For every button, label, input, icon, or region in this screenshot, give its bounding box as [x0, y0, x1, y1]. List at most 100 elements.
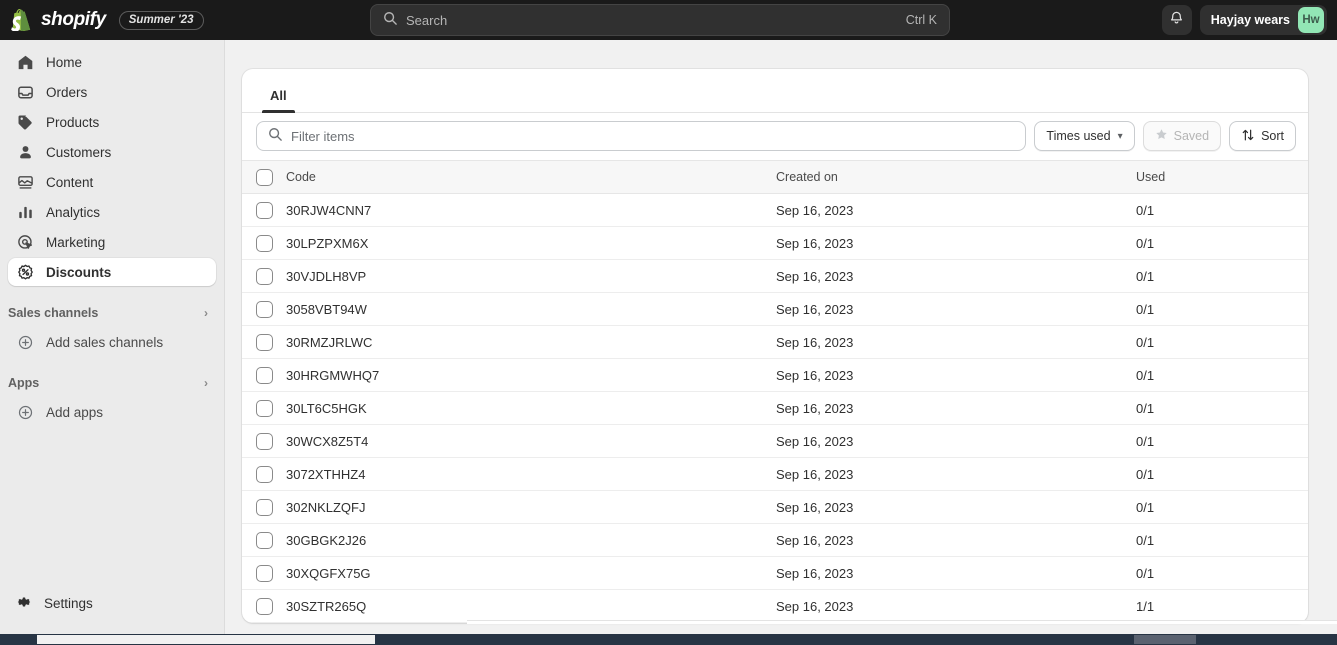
search-input[interactable]: Search Ctrl K	[370, 4, 950, 36]
search-icon	[268, 127, 282, 146]
row-checkbox[interactable]	[256, 564, 273, 582]
row-checkbox[interactable]	[256, 597, 273, 615]
discount-codes-table: Code Created on Used 30RJW4CNN7 Sep 16, 2…	[242, 160, 1308, 623]
cell-created-on: Sep 16, 2023	[776, 334, 854, 350]
row-checkbox[interactable]	[256, 432, 273, 450]
cell-code[interactable]: 3072XTHHZ4	[286, 458, 776, 491]
cell-used: 0/1	[1136, 268, 1155, 284]
table-head: Code Created on Used	[242, 160, 1308, 194]
sidebar-item-analytics[interactable]: Analytics	[8, 198, 216, 226]
account-button[interactable]: Hayjay wears Hw	[1199, 5, 1327, 35]
table-row[interactable]: 30RMZJRLWC Sep 16, 2023 0/1	[242, 326, 1308, 359]
cell-code[interactable]: 30RMZJRLWC	[286, 326, 776, 359]
sidebar-item-settings[interactable]: Settings	[8, 589, 101, 617]
cell-used: 0/1	[1136, 334, 1155, 350]
column-header-used[interactable]: Used	[1136, 161, 1308, 194]
home-icon	[16, 53, 34, 71]
column-header-code[interactable]: Code	[286, 161, 776, 194]
cell-code[interactable]: 30HRGMWHQ7	[286, 359, 776, 392]
window-horizontal-scrollbar[interactable]	[0, 634, 1337, 645]
search-shortcut: Ctrl K	[905, 13, 937, 27]
row-checkbox[interactable]	[256, 498, 273, 516]
cell-created-on: Sep 16, 2023	[776, 433, 854, 449]
table-row[interactable]: 30VJDLH8VP Sep 16, 2023 0/1	[242, 260, 1308, 293]
sidebar-section-apps[interactable]: Apps ›	[0, 370, 224, 396]
table-row[interactable]: 30LT6C5HGK Sep 16, 2023 0/1	[242, 392, 1308, 425]
plus-circle-icon	[16, 403, 34, 421]
global-search[interactable]: Search Ctrl K	[370, 4, 950, 36]
sidebar-item-orders[interactable]: Orders	[8, 78, 216, 106]
table-row[interactable]: 30GBGK2J26 Sep 16, 2023 0/1	[242, 524, 1308, 557]
table-row[interactable]: 30XQGFX75G Sep 16, 2023 0/1	[242, 557, 1308, 590]
row-checkbox[interactable]	[256, 531, 273, 549]
row-select-cell	[242, 359, 286, 392]
cell-code[interactable]: 30WCX8Z5T4	[286, 425, 776, 458]
table-row[interactable]: 3058VBT94W Sep 16, 2023 0/1	[242, 293, 1308, 326]
sidebar-item-label: Discounts	[46, 264, 112, 280]
row-checkbox[interactable]	[256, 201, 273, 219]
marketing-target-icon	[16, 233, 34, 251]
row-select-cell	[242, 194, 286, 227]
scrollbar-thumb-left[interactable]	[37, 635, 375, 644]
sidebar-item-discounts[interactable]: Discounts	[8, 258, 216, 286]
scrollbar-thumb-right[interactable]	[1134, 635, 1196, 644]
times-used-label: Times used	[1046, 129, 1111, 143]
brand-logo[interactable]: shopify Summer '23	[0, 8, 204, 32]
sidebar-section-sales-channels[interactable]: Sales channels ›	[0, 300, 224, 326]
times-used-button[interactable]: Times used ▾	[1034, 121, 1135, 151]
row-checkbox[interactable]	[256, 333, 273, 351]
filter-items-input[interactable]: Filter items	[256, 121, 1027, 151]
notifications-button[interactable]	[1161, 5, 1192, 35]
table-row[interactable]: 302NKLZQFJ Sep 16, 2023 0/1	[242, 491, 1308, 524]
cell-code[interactable]: 30XQGFX75G	[286, 557, 776, 590]
table-row[interactable]: 30RJW4CNN7 Sep 16, 2023 0/1	[242, 194, 1308, 227]
cell-code[interactable]: 30VJDLH8VP	[286, 260, 776, 293]
sort-button[interactable]: Sort	[1229, 121, 1296, 151]
row-checkbox[interactable]	[256, 300, 273, 318]
sidebar-item-home[interactable]: Home	[8, 48, 216, 76]
settings-label: Settings	[44, 595, 93, 611]
sidebar-add-apps[interactable]: Add apps	[8, 398, 216, 426]
table-row[interactable]: 30SZTR265Q Sep 16, 2023 1/1	[242, 590, 1308, 623]
row-checkbox[interactable]	[256, 267, 273, 285]
cell-code[interactable]: 30SZTR265Q	[286, 590, 776, 623]
cell-code[interactable]: 30LT6C5HGK	[286, 392, 776, 425]
row-checkbox[interactable]	[256, 366, 273, 384]
sidebar-item-content[interactable]: Content	[8, 168, 216, 196]
cell-used: 0/1	[1136, 367, 1155, 383]
cell-used: 0/1	[1136, 532, 1155, 548]
cell-created-on: Sep 16, 2023	[776, 565, 854, 581]
select-all-checkbox[interactable]	[256, 168, 273, 186]
customers-person-icon	[16, 143, 34, 161]
sort-arrows-icon	[1241, 128, 1255, 145]
page-horizontal-scrollbar[interactable]	[467, 620, 1337, 624]
cell-created-on: Sep 16, 2023	[776, 598, 854, 614]
cell-created-on: Sep 16, 2023	[776, 499, 854, 515]
table-row[interactable]: 3072XTHHZ4 Sep 16, 2023 0/1	[242, 458, 1308, 491]
row-checkbox[interactable]	[256, 234, 273, 252]
cell-code[interactable]: 30RJW4CNN7	[286, 194, 776, 227]
table-row[interactable]: 30LPZPXM6X Sep 16, 2023 0/1	[242, 227, 1308, 260]
cell-code[interactable]: 3058VBT94W	[286, 293, 776, 326]
row-select-cell	[242, 425, 286, 458]
sidebar-item-label: Products	[46, 114, 100, 130]
column-header-created-on[interactable]: Created on	[776, 161, 1136, 194]
table-row[interactable]: 30WCX8Z5T4 Sep 16, 2023 0/1	[242, 425, 1308, 458]
cell-code[interactable]: 302NKLZQFJ	[286, 491, 776, 524]
sidebar-item-customers[interactable]: Customers	[8, 138, 216, 166]
cell-code[interactable]: 30LPZPXM6X	[286, 227, 776, 260]
row-select-cell	[242, 590, 286, 623]
cell-code[interactable]: 30GBGK2J26	[286, 524, 776, 557]
saved-button[interactable]: Saved	[1142, 121, 1222, 151]
row-select-cell	[242, 491, 286, 524]
row-checkbox[interactable]	[256, 465, 273, 483]
tab-all[interactable]: All	[260, 89, 297, 113]
sidebar-item-products[interactable]: Products	[8, 108, 216, 136]
sidebar-item-marketing[interactable]: Marketing	[8, 228, 216, 256]
bell-icon	[1169, 10, 1184, 30]
row-checkbox[interactable]	[256, 399, 273, 417]
table-row[interactable]: 30HRGMWHQ7 Sep 16, 2023 0/1	[242, 359, 1308, 392]
sidebar-add-sales-channels[interactable]: Add sales channels	[8, 328, 216, 356]
discounts-percent-icon	[16, 263, 34, 281]
cell-used: 0/1	[1136, 301, 1155, 317]
